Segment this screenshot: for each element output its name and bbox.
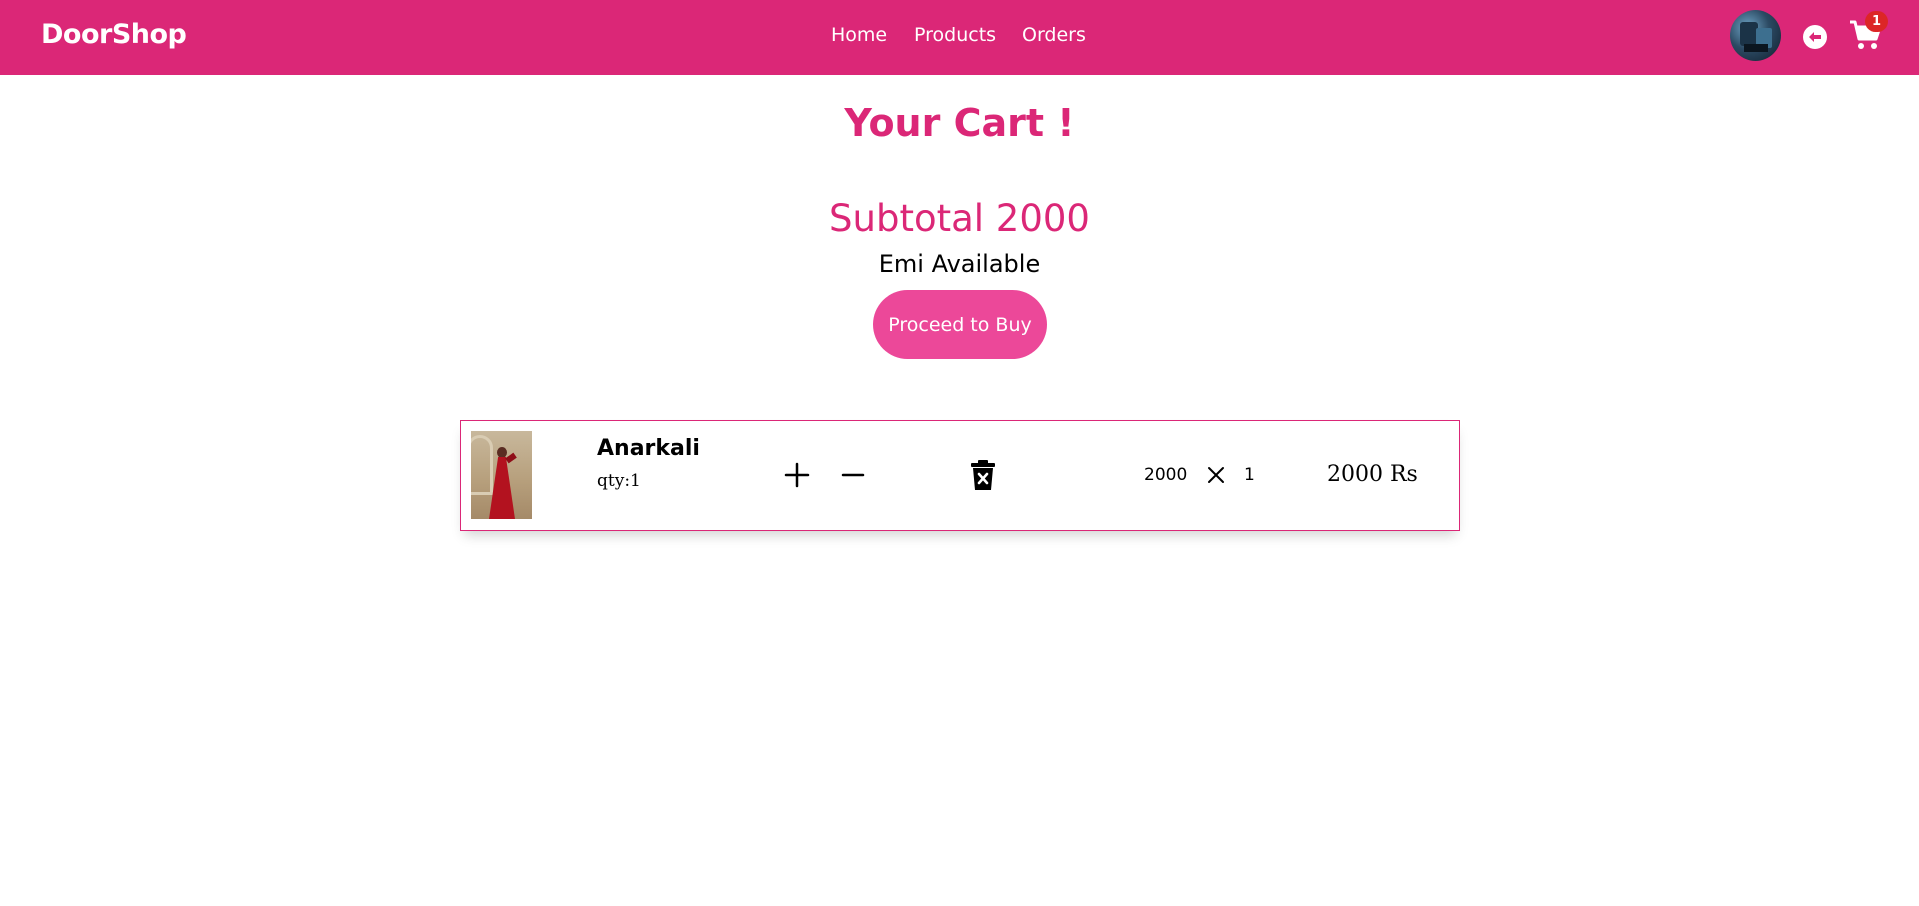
decrease-quantity-button[interactable] [839, 461, 867, 489]
emi-available: Emi Available [878, 250, 1041, 278]
avatar-shape [1744, 44, 1768, 52]
proceed-to-buy-button[interactable]: Proceed to Buy [873, 290, 1047, 359]
increase-quantity-button[interactable] [783, 461, 811, 489]
image-detail [497, 447, 507, 458]
product-name: Anarkali [597, 436, 700, 461]
nav-link-orders[interactable]: Orders [1022, 24, 1086, 46]
image-detail [471, 435, 493, 495]
product-qty: qty:1 [597, 471, 641, 491]
cart-count-badge: 1 [1865, 11, 1888, 32]
delete-item-icon[interactable] [970, 459, 996, 491]
nav-link-home[interactable]: Home [831, 24, 887, 46]
unit-price: 2000 [1144, 465, 1188, 485]
line-total: 2000 Rs [1327, 462, 1418, 487]
navbar: DoorShop Home Products Orders 1 [0, 0, 1919, 75]
page-title: Your Cart ! [844, 101, 1075, 145]
product-image[interactable] [471, 431, 532, 519]
item-quantity: 1 [1244, 465, 1255, 485]
image-detail [505, 452, 517, 464]
multiply-icon [1208, 467, 1224, 483]
user-avatar[interactable] [1730, 10, 1781, 61]
subtotal: Subtotal 2000 [829, 197, 1090, 240]
logout-icon[interactable] [1802, 24, 1828, 50]
cart-item: Anarkali qty:1 2000 1 2000 Rs [460, 420, 1460, 531]
nav-links: Home Products Orders [0, 24, 1919, 50]
nav-link-products[interactable]: Products [914, 24, 996, 46]
